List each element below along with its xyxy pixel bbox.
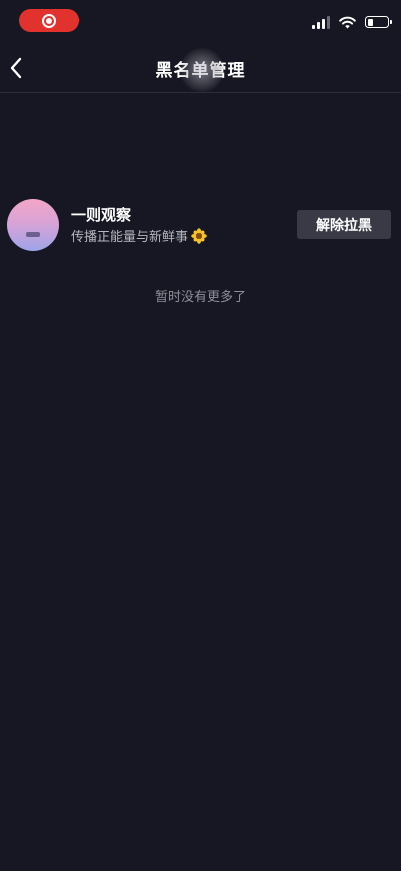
status-bar	[0, 0, 401, 44]
unblock-button[interactable]: 解除拉黑	[297, 210, 391, 239]
battery-level	[367, 18, 373, 26]
cellular-signal-icon	[312, 15, 330, 29]
screen-recording-indicator[interactable]	[19, 9, 79, 32]
navigation-bar: 黑名单管理	[0, 44, 401, 93]
user-name[interactable]: 一则观察	[71, 204, 131, 225]
user-bio: 传播正能量与新鲜事	[71, 226, 207, 245]
status-icons	[312, 13, 392, 31]
wifi-icon	[339, 16, 356, 28]
avatar[interactable]	[7, 199, 59, 251]
blocked-user-row: 一则观察 传播正能量与新鲜事 解除拉黑	[7, 199, 393, 251]
no-more-text: 暂时没有更多了	[154, 290, 246, 305]
record-icon	[42, 13, 56, 28]
page-title: 黑名单管理	[155, 61, 246, 81]
battery-icon	[365, 16, 392, 28]
user-bio-text: 传播正能量与新鲜事	[71, 230, 189, 245]
sunflower-icon	[191, 227, 207, 244]
